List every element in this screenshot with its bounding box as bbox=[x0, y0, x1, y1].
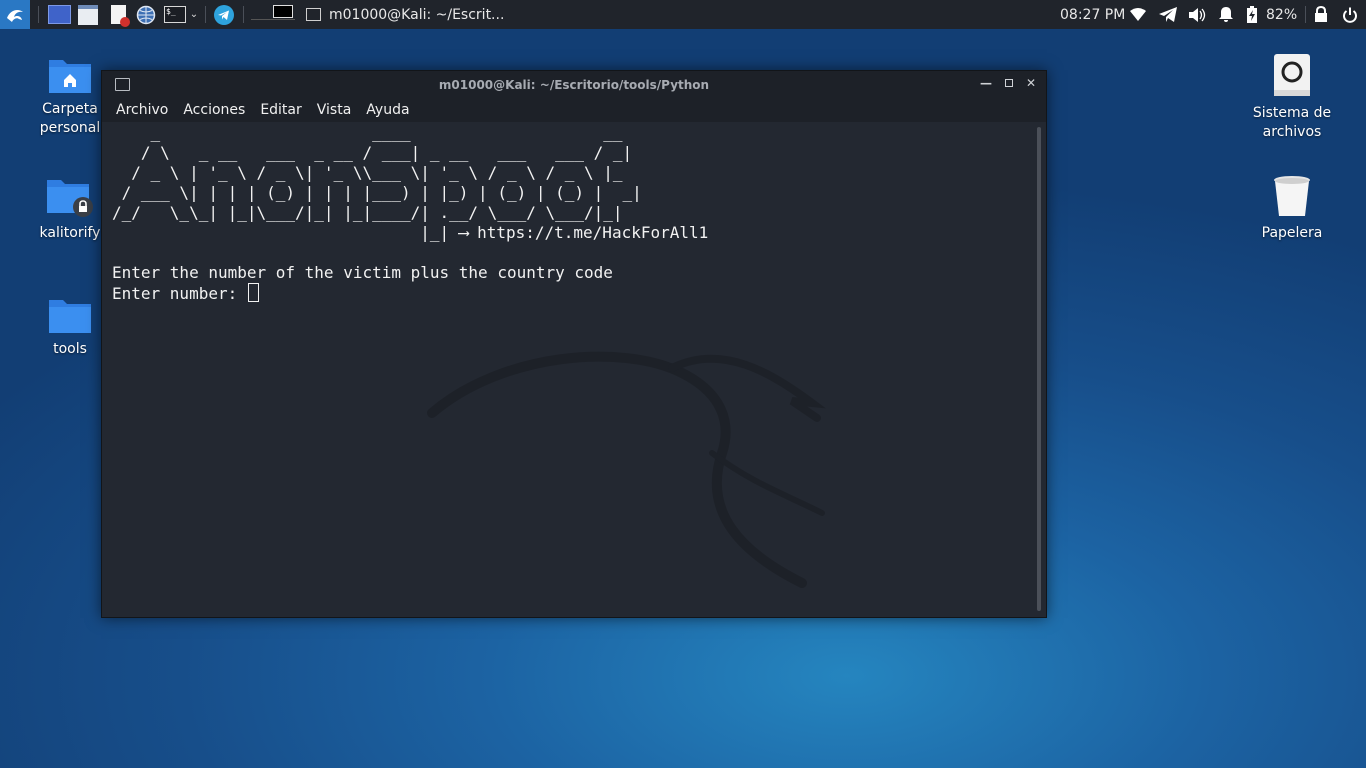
notification-bell-icon[interactable] bbox=[1218, 0, 1234, 29]
terminal-window[interactable]: m01000@Kali: ~/Escritorio/tools/Python —… bbox=[101, 70, 1047, 618]
home-folder-icon bbox=[49, 60, 91, 93]
trash-icon bbox=[1274, 176, 1310, 216]
kali-dragon-watermark bbox=[427, 351, 826, 588]
menu-acciones[interactable]: Acciones bbox=[183, 100, 245, 120]
prompt-message: Enter the number of the victim plus the … bbox=[112, 263, 613, 282]
locked-folder-icon bbox=[47, 180, 93, 217]
maximize-icon[interactable] bbox=[1002, 76, 1016, 90]
power-icon[interactable] bbox=[1342, 0, 1358, 29]
link-arrow: ⟶ bbox=[458, 223, 469, 242]
desktop-icon-label: tools bbox=[53, 341, 87, 357]
battery-percentage: 82% bbox=[1266, 6, 1298, 23]
menu-editar[interactable]: Editar bbox=[260, 100, 301, 120]
window-title: m01000@Kali: ~/Escritorio/tools/Python bbox=[438, 78, 710, 92]
panel-separator bbox=[243, 6, 244, 23]
kali-menu-icon[interactable] bbox=[0, 0, 30, 29]
desktop-icon-label: Papelera bbox=[1261, 225, 1323, 241]
minimize-icon[interactable]: — bbox=[979, 76, 993, 90]
web-browser-icon[interactable] bbox=[134, 3, 158, 26]
text-cursor[interactable] bbox=[247, 283, 259, 302]
clock[interactable]: 08:27 PM bbox=[1060, 0, 1125, 29]
panel-separator bbox=[38, 6, 39, 23]
telegram-tray-icon[interactable] bbox=[1159, 0, 1178, 29]
terminal-text: _ ____ __ / \ _ __ ___ _ __ / ___| _ __ … bbox=[112, 123, 708, 304]
panel-separator bbox=[205, 6, 206, 23]
text-editor-icon[interactable] bbox=[106, 3, 130, 27]
drive-icon bbox=[1274, 54, 1310, 96]
close-icon[interactable]: ✕ bbox=[1024, 76, 1038, 90]
terminal-icon[interactable]: $_ bbox=[163, 3, 187, 26]
desktop-icon-label: kalitorify bbox=[39, 225, 101, 241]
menu-archivo[interactable]: Archivo bbox=[116, 100, 168, 120]
panel-separator bbox=[1305, 6, 1306, 23]
chevron-down-icon[interactable]: ⌄ bbox=[187, 3, 201, 26]
desktop-icon-label: Sistema de archivos bbox=[1252, 105, 1332, 140]
workspace-preview-icon[interactable] bbox=[250, 0, 296, 29]
workspace-icon[interactable] bbox=[47, 3, 71, 26]
battery-icon[interactable] bbox=[1246, 0, 1258, 29]
terminal-output[interactable]: _ ____ __ / \ _ __ ___ _ __ / ___| _ __ … bbox=[102, 123, 1046, 617]
input-label: Enter number: bbox=[112, 284, 247, 303]
title-bar[interactable]: m01000@Kali: ~/Escritorio/tools/Python —… bbox=[102, 71, 1046, 98]
lock-icon[interactable] bbox=[1314, 0, 1328, 29]
menu-ayuda[interactable]: Ayuda bbox=[366, 100, 409, 120]
scrollbar[interactable] bbox=[1037, 127, 1041, 611]
top-panel: $_ ⌄ m01000@Kali: ~/Escrit... 08:27 PM 8… bbox=[0, 0, 1366, 29]
task-title: m01000@Kali: ~/Escrit... bbox=[329, 6, 505, 23]
desktop-icon-trash[interactable]: Papelera bbox=[1244, 174, 1340, 243]
terminal-task-icon bbox=[306, 8, 321, 21]
desktop-icon-filesystem[interactable]: Sistema de archivos bbox=[1244, 52, 1340, 142]
file-manager-icon[interactable] bbox=[76, 3, 100, 26]
volume-icon[interactable] bbox=[1188, 0, 1206, 29]
telegram-link[interactable]: https://t.me/HackForAll1 bbox=[477, 223, 708, 242]
wifi-icon[interactable] bbox=[1130, 0, 1146, 29]
menu-bar: Archivo Acciones Editar Vista Ayuda bbox=[102, 98, 1046, 122]
task-terminal[interactable]: m01000@Kali: ~/Escrit... bbox=[300, 0, 586, 29]
desktop-icon-label: Carpeta personal bbox=[39, 101, 101, 136]
menu-vista[interactable]: Vista bbox=[317, 100, 352, 120]
telegram-icon[interactable] bbox=[212, 3, 236, 26]
folder-icon bbox=[49, 300, 91, 333]
